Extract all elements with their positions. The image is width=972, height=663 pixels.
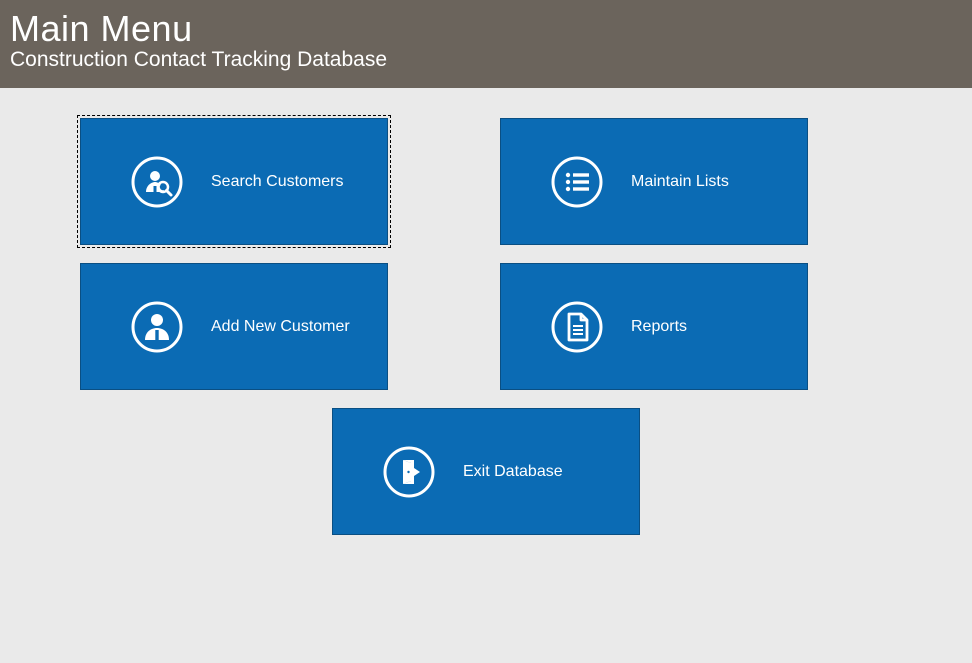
add-new-customer-button[interactable]: Add New Customer xyxy=(80,263,388,390)
page-subtitle: Construction Contact Tracking Database xyxy=(10,48,962,72)
maintain-lists-button[interactable]: Maintain Lists xyxy=(500,118,808,245)
reports-label: Reports xyxy=(631,318,687,336)
search-customers-button[interactable]: Search Customers xyxy=(80,118,388,245)
exit-database-label: Exit Database xyxy=(463,463,563,481)
search-customer-icon xyxy=(131,156,183,208)
exit-database-button[interactable]: Exit Database xyxy=(332,408,640,535)
list-icon xyxy=(551,156,603,208)
document-icon xyxy=(551,301,603,353)
header: Main Menu Construction Contact Tracking … xyxy=(0,0,972,88)
person-icon xyxy=(131,301,183,353)
main-menu: Search Customers Maintain Lists xyxy=(0,88,972,565)
page-title: Main Menu xyxy=(10,8,962,50)
search-customers-label: Search Customers xyxy=(211,173,344,191)
reports-button[interactable]: Reports xyxy=(500,263,808,390)
exit-icon xyxy=(383,446,435,498)
add-new-customer-label: Add New Customer xyxy=(211,318,350,336)
maintain-lists-label: Maintain Lists xyxy=(631,173,729,191)
